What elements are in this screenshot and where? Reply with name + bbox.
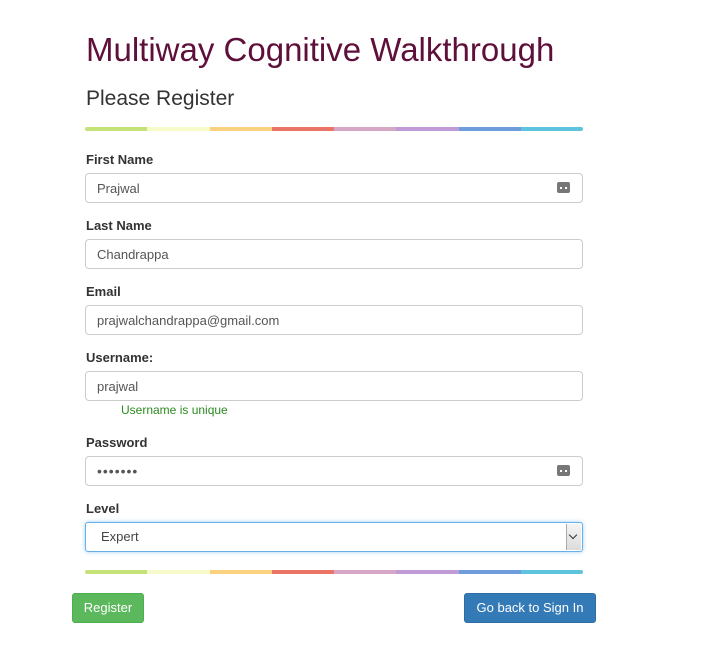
rainbow-segment — [209, 127, 272, 131]
rainbow-segment — [520, 570, 583, 574]
autofill-icon[interactable] — [557, 465, 570, 476]
rainbow-segment — [147, 570, 210, 574]
first-name-label: First Name — [86, 152, 154, 167]
password-label: Password — [86, 435, 148, 450]
rainbow-divider-bottom — [85, 570, 583, 574]
rainbow-segment — [271, 127, 334, 131]
rainbow-segment — [147, 127, 210, 131]
email-label: Email — [86, 284, 121, 299]
rainbow-segment — [520, 127, 583, 131]
first-name-field[interactable] — [85, 173, 583, 203]
rainbow-segment — [334, 127, 397, 131]
app-title: Multiway Cognitive Walkthrough — [86, 31, 555, 68]
username-label: Username: — [86, 350, 154, 365]
rainbow-segment — [396, 570, 459, 574]
register-page: Multiway Cognitive Walkthrough Please Re… — [0, 0, 718, 652]
rainbow-segment — [458, 127, 521, 131]
chevron-down-icon[interactable] — [566, 524, 581, 550]
level-label: Level — [86, 501, 120, 516]
password-field[interactable] — [85, 456, 583, 486]
level-selected-value: Expert — [101, 529, 139, 544]
rainbow-divider-top — [85, 127, 583, 131]
autofill-icon[interactable] — [557, 182, 570, 193]
rainbow-segment — [85, 570, 148, 574]
rainbow-segment — [396, 127, 459, 131]
rainbow-segment — [85, 127, 148, 131]
rainbow-segment — [458, 570, 521, 574]
form-title: Please Register — [86, 87, 235, 110]
username-hint: Username is unique — [121, 403, 228, 417]
last-name-label: Last Name — [86, 218, 152, 233]
level-select[interactable]: Expert — [85, 522, 583, 552]
email-field[interactable] — [85, 305, 583, 335]
register-button[interactable]: Register — [72, 593, 144, 623]
last-name-field[interactable] — [85, 239, 583, 269]
rainbow-segment — [334, 570, 397, 574]
username-field[interactable] — [85, 371, 583, 401]
rainbow-segment — [209, 570, 272, 574]
rainbow-segment — [271, 570, 334, 574]
sign-in-button[interactable]: Go back to Sign In — [464, 593, 596, 623]
